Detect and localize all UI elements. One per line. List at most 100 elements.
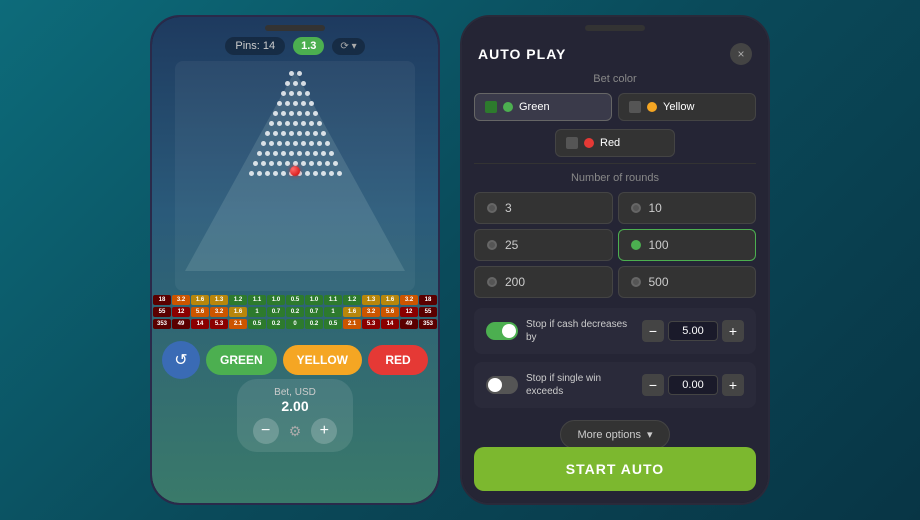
- pin: [285, 81, 290, 86]
- pin: [281, 91, 286, 96]
- round-radio-200: [487, 277, 497, 287]
- stop-cash-decrease[interactable]: −: [642, 320, 664, 342]
- round-option-10[interactable]: 10: [618, 192, 757, 224]
- pin: [281, 171, 286, 176]
- divider: [474, 163, 756, 164]
- color-checkbox-yellow: [629, 101, 641, 113]
- pin: [305, 151, 310, 156]
- pin: [297, 131, 302, 136]
- refresh-button[interactable]: ⟳ ▾: [332, 38, 364, 55]
- stop-win-input[interactable]: [668, 375, 718, 395]
- pin: [269, 141, 274, 146]
- pin: [297, 111, 302, 116]
- score-row-3: 353 49 14 5.3 2.1 0.5 0.2 0 0.2 0.5 2.1 …: [175, 319, 415, 329]
- score-cell: 49: [172, 319, 190, 329]
- pin: [333, 161, 338, 166]
- stop-win-decrease[interactable]: −: [642, 374, 664, 396]
- score-cell: 0.2: [305, 319, 323, 329]
- pin: [289, 91, 294, 96]
- round-option-200[interactable]: 200: [474, 266, 613, 298]
- pin: [285, 121, 290, 126]
- stop-cash-increase[interactable]: +: [722, 320, 744, 342]
- more-options-button[interactable]: More options ▾: [560, 420, 669, 447]
- pin: [249, 171, 254, 176]
- phone-left-inner: Pins: 14 1.3 ⟳ ▾: [152, 17, 438, 503]
- score-cell: 0.5: [286, 295, 304, 305]
- pin: [273, 111, 278, 116]
- pin: [293, 101, 298, 106]
- bet-decrease-button[interactable]: −: [253, 418, 279, 444]
- green-dot: [503, 102, 513, 112]
- pin: [297, 71, 302, 76]
- score-cell: 1.3: [362, 295, 380, 305]
- score-cell: 1.6: [229, 307, 247, 317]
- pin: [301, 161, 306, 166]
- score-cell: 353: [419, 319, 437, 329]
- stop-cash-value-control: − +: [642, 320, 744, 342]
- pin: [289, 111, 294, 116]
- score-cell: 12: [172, 307, 190, 317]
- green-button[interactable]: GREEN: [206, 345, 277, 375]
- round-option-100[interactable]: 100: [618, 229, 757, 261]
- pin: [277, 101, 282, 106]
- pins-label: Pins: 14: [225, 37, 285, 55]
- score-cell: 1.6: [381, 295, 399, 305]
- score-cell: 55: [419, 307, 437, 317]
- round-option-3[interactable]: 3: [474, 192, 613, 224]
- round-value-3: 3: [505, 201, 512, 215]
- phone-right: AUTO PLAY × Bet color Green: [460, 15, 770, 505]
- score-cell: 0.7: [267, 307, 285, 317]
- pin: [309, 101, 314, 106]
- rounds-grid: 3 10 25 100: [474, 192, 756, 298]
- round-value-10: 10: [649, 201, 662, 215]
- color-option-yellow[interactable]: Yellow: [618, 93, 756, 121]
- pin-row: [175, 141, 415, 146]
- bet-increase-button[interactable]: +: [311, 418, 337, 444]
- score-cell: 0.7: [305, 307, 323, 317]
- pin: [293, 121, 298, 126]
- pin: [313, 131, 318, 136]
- score-cell: 1.0: [267, 295, 285, 305]
- pins-container: [175, 71, 415, 181]
- pin-row: [175, 131, 415, 136]
- pin: [261, 141, 266, 146]
- pin: [281, 131, 286, 136]
- pin: [305, 111, 310, 116]
- pin: [285, 101, 290, 106]
- toggle-knob: [502, 324, 516, 338]
- yellow-button[interactable]: YELLOW: [283, 345, 362, 375]
- pins-bar: Pins: 14 1.3 ⟳ ▾: [225, 37, 364, 55]
- pin: [253, 161, 258, 166]
- pin: [265, 171, 270, 176]
- stop-cash-toggle[interactable]: [486, 322, 518, 340]
- pin: [289, 71, 294, 76]
- pin: [273, 151, 278, 156]
- auto-play-button[interactable]: ↺: [162, 341, 200, 379]
- phone-notch-left: [265, 25, 325, 31]
- red-button[interactable]: RED: [368, 345, 428, 375]
- round-value-500: 500: [649, 275, 669, 289]
- score-cell: 2.1: [343, 319, 361, 329]
- round-option-25[interactable]: 25: [474, 229, 613, 261]
- pin: [329, 151, 334, 156]
- stop-win-toggle[interactable]: [486, 376, 518, 394]
- pin: [293, 141, 298, 146]
- pin-row: [175, 91, 415, 96]
- color-option-green[interactable]: Green: [474, 93, 612, 121]
- start-auto-button[interactable]: START AUTO: [474, 447, 756, 491]
- pin: [257, 151, 262, 156]
- rounds-label: Number of rounds: [474, 172, 756, 184]
- round-option-500[interactable]: 500: [618, 266, 757, 298]
- stop-cash-input[interactable]: [668, 321, 718, 341]
- color-option-red[interactable]: Red: [555, 129, 675, 157]
- pin: [317, 161, 322, 166]
- bet-color-label: Bet color: [474, 73, 756, 85]
- plinko-ball: [290, 166, 300, 176]
- pin: [281, 111, 286, 116]
- pin: [265, 151, 270, 156]
- close-button[interactable]: ×: [730, 43, 752, 65]
- stop-win-increase[interactable]: +: [722, 374, 744, 396]
- stop-win-value-control: − +: [642, 374, 744, 396]
- pin: [273, 171, 278, 176]
- more-options-label: More options: [577, 429, 641, 441]
